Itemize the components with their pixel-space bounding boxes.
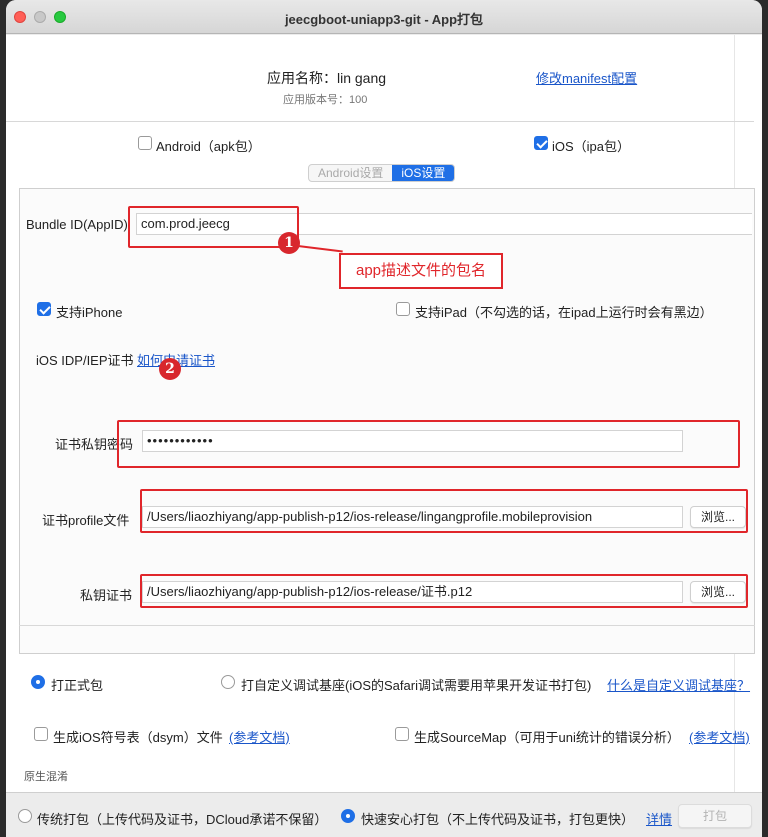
annotation-box-private-cert <box>140 574 748 608</box>
traditional-pack-radio[interactable] <box>18 809 32 823</box>
app-version: 应用版本号：100 <box>283 94 368 106</box>
annotation-box-bundle-id <box>128 206 299 248</box>
annotation-callout: app描述文件的包名 <box>339 253 503 289</box>
app-window: jeecgboot-uniapp3-git - App打包 应用名称：lin g… <box>6 0 762 837</box>
footer-bar: 传统打包（上传代码及证书，DCloud承诺不保留） 快速安心打包（不上传代码及证… <box>6 792 762 837</box>
details-link[interactable]: 详情 <box>646 809 672 828</box>
dialog-content: 应用名称：lin gang 应用版本号：100 修改manifest配置 And… <box>6 35 762 837</box>
android-label: Android（apk包） <box>156 139 261 154</box>
formal-package-radio[interactable] <box>31 675 45 689</box>
annotation-box-profile <box>140 489 748 533</box>
native-obfuscation-section-label: 原生混淆 <box>24 771 68 783</box>
annotation-badge-2: 2 <box>159 358 181 380</box>
support-ipad-label: 支持iPad（不勾选的话，在ipad上运行时会有黑边） <box>415 305 713 320</box>
custom-base-help-link[interactable]: 什么是自定义调试基座？ <box>607 675 750 694</box>
settings-tabs: Android设置 iOS设置 <box>308 164 456 182</box>
support-iphone-checkbox[interactable] <box>37 302 51 316</box>
android-checkbox[interactable] <box>138 136 152 150</box>
fast-pack-label: 快速安心打包（不上传代码及证书，打包更快） <box>361 812 635 827</box>
ios-label: iOS（ipa包） <box>552 139 631 154</box>
dsym-label: 生成iOS符号表（dsym）文件 <box>53 730 223 745</box>
dsym-doc-link[interactable]: (参考文档) <box>229 727 290 746</box>
tab-ios-settings[interactable]: iOS设置 <box>392 165 455 181</box>
private-cert-label: 私钥证书 <box>80 588 133 603</box>
window-title: jeecgboot-uniapp3-git - App打包 <box>284 12 484 27</box>
custom-base-radio[interactable] <box>221 675 235 689</box>
bundle-id-label: Bundle ID(AppID) <box>26 217 128 232</box>
dsym-checkbox[interactable] <box>34 727 48 741</box>
fast-pack-radio[interactable] <box>341 809 355 823</box>
profile-label: 证书profile文件 <box>42 513 130 528</box>
annotation-box-password <box>117 420 740 468</box>
support-iphone-label: 支持iPhone <box>56 305 123 320</box>
divider <box>6 121 754 122</box>
ios-checkbox[interactable] <box>534 136 548 150</box>
cert-type-label: iOS IDP/IEP证书 <box>36 353 134 368</box>
sourcemap-doc-link[interactable]: (参考文档) <box>689 727 750 746</box>
sourcemap-checkbox[interactable] <box>395 727 409 741</box>
support-ipad-checkbox[interactable] <box>396 302 410 316</box>
tab-android-settings[interactable]: Android设置 <box>309 165 392 181</box>
annotation-badge-1: 1 <box>278 232 300 254</box>
formal-package-label: 打正式包 <box>51 678 104 693</box>
title-bar: jeecgboot-uniapp3-git - App打包 <box>6 0 762 34</box>
build-button[interactable]: 打包 <box>678 804 752 828</box>
custom-base-label: 打自定义调试基座(iOS的Safari调试需要用苹果开发证书打包) <box>241 678 592 693</box>
sourcemap-label: 生成SourceMap（可用于uni统计的错误分析） <box>414 730 680 745</box>
edit-manifest-link[interactable]: 修改manifest配置 <box>536 68 637 87</box>
app-name: 应用名称：lin gang <box>267 70 387 86</box>
divider <box>19 625 755 626</box>
traditional-pack-label: 传统打包（上传代码及证书，DCloud承诺不保留） <box>37 812 328 827</box>
